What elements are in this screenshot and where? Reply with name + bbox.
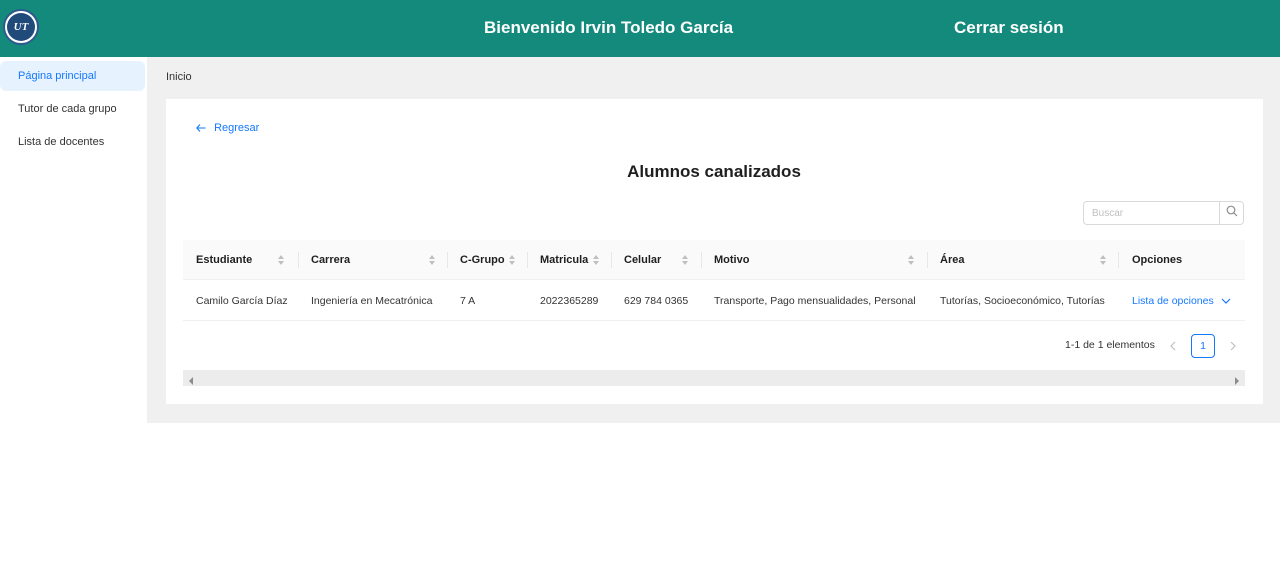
breadcrumb: Inicio [166,71,192,83]
search-input[interactable] [1084,202,1221,224]
sidebar: Página principal Tutor de cada grupo Lis… [0,57,147,586]
page-title: Alumnos canalizados [627,162,801,181]
table-row: Camilo García Díaz Ingeniería en Mecatró… [183,281,1245,321]
logo-icon: UT [3,9,39,45]
table-header: Estudiante Carrera C-Grupo Matricula Cel… [183,240,1245,280]
sidebar-item-tutor-grupo[interactable]: Tutor de cada grupo [0,94,145,124]
column-area[interactable]: Área [940,240,964,280]
cell-carrera: Ingeniería en Mecatrónica [311,295,433,307]
column-c-grupo[interactable]: C-Grupo [460,240,505,280]
search-box [1083,201,1244,225]
search-icon [1226,204,1238,222]
sort-icon[interactable] [508,253,516,267]
column-motivo[interactable]: Motivo [714,240,749,280]
chevron-left-icon[interactable] [1166,338,1180,354]
chevron-right-icon[interactable] [1226,338,1240,354]
cell-matricula: 2022365289 [540,295,599,307]
sidebar-item-pagina-principal[interactable]: Página principal [0,61,145,91]
top-header: UT Bienvenido Irvin Toledo García Cerrar… [0,0,1280,57]
cell-celular: 629 784 0365 [624,295,689,307]
back-label: Regresar [214,122,260,134]
column-opciones: Opciones [1132,254,1183,266]
column-celular[interactable]: Celular [624,240,661,280]
pagination-page[interactable]: 1 [1191,334,1215,358]
column-matricula[interactable]: Matricula [540,240,588,280]
welcome-text: Bienvenido Irvin Toledo García [484,18,734,37]
horizontal-scrollbar[interactable] [183,370,1245,386]
scroll-right-icon[interactable] [1233,373,1241,385]
column-carrera[interactable]: Carrera [311,240,350,280]
cell-motivo: Transporte, Pago mensualidades, Personal [714,295,916,307]
pagination-summary: 1-1 de 1 elementos [1065,339,1155,351]
sort-icon[interactable] [277,253,285,267]
sort-icon[interactable] [428,253,436,267]
sort-icon[interactable] [592,253,600,267]
options-dropdown[interactable]: Lista de opciones [1132,281,1231,321]
arrow-left-icon [196,122,209,134]
cell-estudiante: Camilo García Díaz [196,295,288,307]
chevron-down-icon [1221,295,1231,307]
cell-area: Tutorías, Socioeconómico, Tutorías [940,295,1105,307]
back-link[interactable]: Regresar [196,122,259,134]
logo-text: UT [13,21,29,33]
options-label: Lista de opciones [1132,295,1214,307]
logout-button[interactable]: Cerrar sesión [954,18,1064,38]
cell-grupo: 7 A [460,295,476,307]
sort-icon[interactable] [1099,253,1107,267]
column-estudiante[interactable]: Estudiante [196,240,252,280]
sidebar-item-lista-docentes[interactable]: Lista de docentes [0,127,145,157]
sort-icon[interactable] [681,253,689,267]
search-button[interactable] [1219,202,1243,224]
scroll-left-icon[interactable] [187,373,195,385]
sort-icon[interactable] [907,253,915,267]
